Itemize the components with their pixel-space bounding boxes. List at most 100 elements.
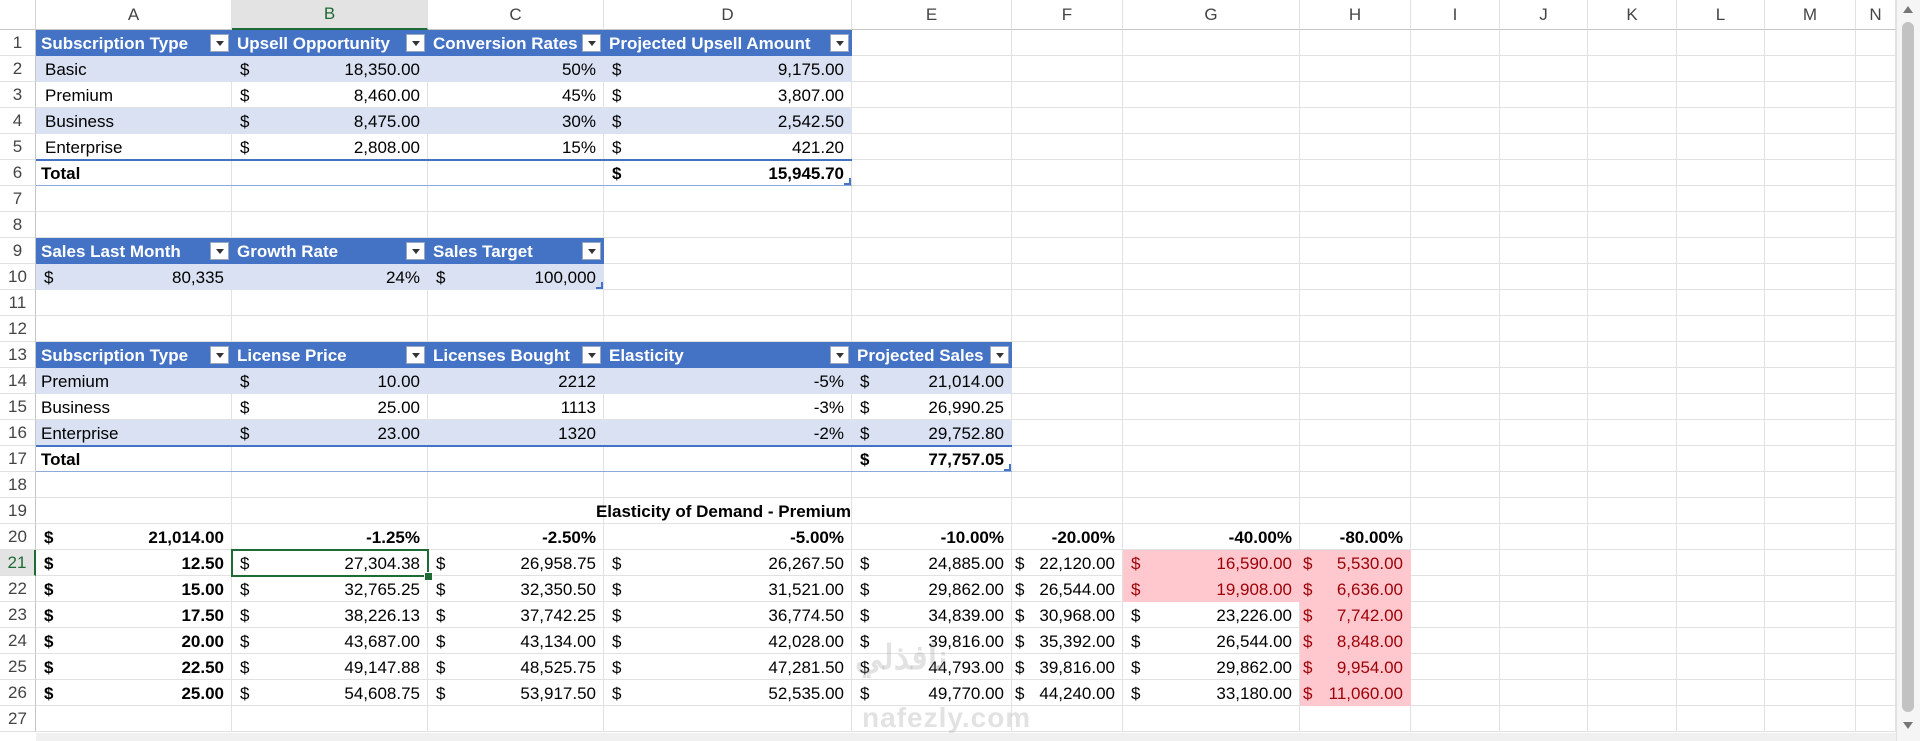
license-header-2[interactable]: Licenses Bought [428, 342, 604, 368]
upsell-header-2[interactable]: Conversion Rates [428, 30, 604, 56]
row-header-15[interactable]: 15 [0, 394, 36, 420]
upsell-header-3[interactable]: Projected Upsell Amount [604, 30, 852, 56]
elasticity-price-cell[interactable]: $20.00 [36, 628, 232, 654]
filter-dropdown-icon[interactable] [830, 34, 849, 52]
table-resize-handle[interactable] [1004, 464, 1011, 471]
license-price-cell[interactable]: $25.00 [232, 394, 428, 420]
row-header-22[interactable]: 22 [0, 576, 36, 602]
active-cell-selection[interactable] [231, 549, 429, 577]
upsell-opportunity-cell[interactable]: $8,460.00 [232, 82, 428, 108]
column-header-l[interactable]: L [1677, 0, 1765, 30]
elasticity-cell[interactable]: -2% [604, 420, 852, 446]
elasticity-value-cell[interactable]: $52,535.00 [604, 680, 852, 706]
column-header-a[interactable]: A [36, 0, 232, 30]
row-header-7[interactable]: 7 [0, 186, 36, 212]
filter-dropdown-icon[interactable] [406, 346, 425, 364]
conversion-rate-cell[interactable]: 15% [428, 134, 604, 160]
filter-dropdown-icon[interactable] [210, 346, 229, 364]
elasticity-value-cell[interactable]: $34,839.00 [852, 602, 1012, 628]
license-type-cell[interactable]: Business [36, 394, 232, 420]
elasticity-value-cell[interactable]: $53,917.50 [428, 680, 604, 706]
filter-dropdown-icon[interactable] [210, 34, 229, 52]
projected-sales-cell[interactable]: $29,752.80 [852, 420, 1012, 446]
filter-dropdown-icon[interactable] [990, 346, 1009, 364]
projected-upsell-cell[interactable]: $3,807.00 [604, 82, 852, 108]
row-header-9[interactable]: 9 [0, 238, 36, 264]
elasticity-value-cell[interactable]: $48,525.75 [428, 654, 604, 680]
elasticity-value-cell[interactable]: $35,392.00 [1012, 628, 1123, 654]
elasticity-value-cell[interactable]: $24,885.00 [852, 550, 1012, 576]
conversion-rate-cell[interactable]: 30% [428, 108, 604, 134]
filter-dropdown-icon[interactable] [582, 34, 601, 52]
licenses-bought-cell[interactable]: 1320 [428, 420, 604, 446]
elasticity-value-cell[interactable]: $37,742.25 [428, 602, 604, 628]
vertical-scrollbar-thumb[interactable] [1902, 22, 1914, 712]
license-price-cell[interactable]: $23.00 [232, 420, 428, 446]
upsell-opportunity-cell[interactable]: $18,350.00 [232, 56, 428, 82]
row-header-24[interactable]: 24 [0, 628, 36, 654]
elasticity-rate-header[interactable]: -40.00% [1123, 524, 1300, 550]
elasticity-value-cell[interactable]: $11,060.00 [1300, 680, 1411, 706]
elasticity-rate-header[interactable]: -5.00% [604, 524, 852, 550]
elasticity-value-cell[interactable]: $8,848.00 [1300, 628, 1411, 654]
license-header-4[interactable]: Projected Sales [852, 342, 1012, 368]
elasticity-value-cell[interactable]: $43,134.00 [428, 628, 604, 654]
upsell-total-label[interactable]: Total [36, 160, 232, 186]
select-all-corner[interactable] [0, 0, 36, 30]
scroll-down-icon[interactable] [1903, 722, 1913, 729]
scroll-up-icon[interactable] [1903, 6, 1913, 13]
license-total-sales[interactable]: $77,757.05 [852, 446, 1012, 472]
elasticity-cell[interactable]: -3% [604, 394, 852, 420]
elasticity-value-cell[interactable]: $43,687.00 [232, 628, 428, 654]
column-header-d[interactable]: D [604, 0, 852, 30]
upsell-opportunity-cell[interactable]: $2,808.00 [232, 134, 428, 160]
license-header-3[interactable]: Elasticity [604, 342, 852, 368]
row-header-8[interactable]: 8 [0, 212, 36, 238]
row-header-20[interactable]: 20 [0, 524, 36, 550]
fill-handle[interactable] [424, 572, 433, 581]
column-header-n[interactable]: N [1856, 0, 1896, 30]
table-resize-handle[interactable] [844, 178, 851, 185]
row-header-27[interactable]: 27 [0, 706, 36, 732]
licenses-bought-cell[interactable]: 2212 [428, 368, 604, 394]
column-header-c[interactable]: C [428, 0, 604, 30]
elasticity-rate-header[interactable]: -20.00% [1012, 524, 1123, 550]
projected-upsell-cell[interactable]: $9,175.00 [604, 56, 852, 82]
elasticity-value-cell[interactable]: $31,521.00 [604, 576, 852, 602]
upsell-total-amount[interactable]: $15,945.70 [604, 160, 852, 186]
elasticity-value-cell[interactable]: $38,226.13 [232, 602, 428, 628]
elasticity-value-cell[interactable]: $16,590.00 [1123, 550, 1300, 576]
sales-header-1[interactable]: Growth Rate [232, 238, 428, 264]
column-header-m[interactable]: M [1765, 0, 1856, 30]
row-header-5[interactable]: 5 [0, 134, 36, 160]
row-header-17[interactable]: 17 [0, 446, 36, 472]
elasticity-value-cell[interactable]: $26,267.50 [604, 550, 852, 576]
filter-dropdown-icon[interactable] [582, 346, 601, 364]
row-header-4[interactable]: 4 [0, 108, 36, 134]
upsell-opportunity-cell[interactable]: $8,475.00 [232, 108, 428, 134]
upsell-header-1[interactable]: Upsell Opportunity [232, 30, 428, 56]
license-type-cell[interactable]: Enterprise [36, 420, 232, 446]
row-header-12[interactable]: 12 [0, 316, 36, 342]
license-total-label[interactable]: Total [36, 446, 232, 472]
projected-upsell-cell[interactable]: $2,542.50 [604, 108, 852, 134]
elasticity-value-cell[interactable]: $30,968.00 [1012, 602, 1123, 628]
elasticity-value-cell[interactable]: $7,742.00 [1300, 602, 1411, 628]
row-header-25[interactable]: 25 [0, 654, 36, 680]
licenses-bought-cell[interactable]: 1113 [428, 394, 604, 420]
column-header-e[interactable]: E [852, 0, 1012, 30]
row-header-14[interactable]: 14 [0, 368, 36, 394]
elasticity-value-cell[interactable]: $26,544.00 [1012, 576, 1123, 602]
column-header-h[interactable]: H [1300, 0, 1411, 30]
license-header-1[interactable]: License Price [232, 342, 428, 368]
sales-target-cell[interactable]: $100,000 [428, 264, 604, 290]
row-header-23[interactable]: 23 [0, 602, 36, 628]
elasticity-value-cell[interactable]: $39,816.00 [1012, 654, 1123, 680]
elasticity-value-cell[interactable]: $42,028.00 [604, 628, 852, 654]
vertical-scrollbar-track[interactable] [1896, 0, 1920, 741]
elasticity-value-cell[interactable]: $26,544.00 [1123, 628, 1300, 654]
elasticity-title[interactable]: Elasticity of Demand - Premium [36, 498, 1411, 524]
row-header-26[interactable]: 26 [0, 680, 36, 706]
elasticity-value-cell[interactable]: $22,120.00 [1012, 550, 1123, 576]
elasticity-value-cell[interactable]: $23,226.00 [1123, 602, 1300, 628]
